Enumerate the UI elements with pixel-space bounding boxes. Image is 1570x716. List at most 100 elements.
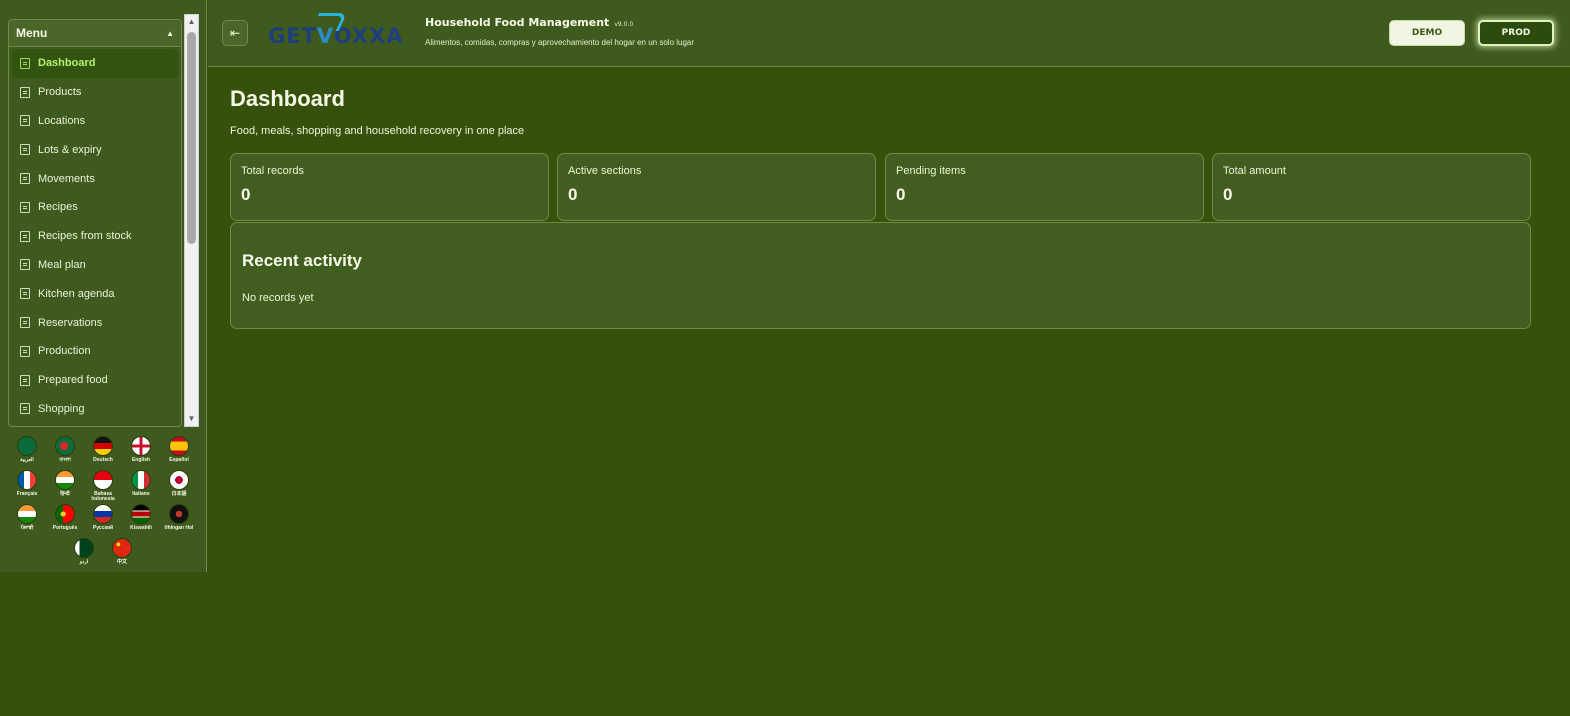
language-label: हिन्दी <box>60 491 70 497</box>
recent-activity-panel: Recent activity No records yet <box>230 222 1531 329</box>
language-option[interactable]: Kiswahili <box>122 504 160 536</box>
list-icon <box>20 259 30 271</box>
language-label: ਪੰਜਾਬੀ <box>20 525 34 531</box>
language-label: Français <box>16 491 38 497</box>
language-option[interactable]: Русский <box>84 504 122 536</box>
demo-button[interactable]: DEMO <box>1389 20 1465 46</box>
menu-title: Menu <box>16 26 48 40</box>
stat-value: 0 <box>241 185 251 204</box>
list-icon <box>20 57 30 69</box>
flag-icon <box>93 504 113 524</box>
scroll-down-arrow-icon[interactable]: ▼ <box>185 412 198 426</box>
page-subtitle: Food, meals, shopping and household reco… <box>230 125 525 137</box>
prod-button[interactable]: PROD <box>1478 20 1554 46</box>
list-icon <box>20 288 30 300</box>
flag-icon <box>112 538 132 558</box>
language-option[interactable]: 中文 <box>103 538 141 570</box>
stat-card-total-amount: Total amount 0 <box>1212 153 1531 221</box>
list-icon <box>20 144 30 156</box>
menu-header[interactable]: Menu ▲ <box>9 20 181 47</box>
sidebar-item-label: Locations <box>38 114 86 127</box>
language-label: 中文 <box>116 559 127 565</box>
sidebar-scrollbar[interactable]: ▲ ▼ <box>184 14 199 427</box>
sidebar-item-dashboard[interactable]: Dashboard <box>12 49 178 78</box>
collapse-sidebar-icon: ⇤ <box>229 26 241 40</box>
list-icon <box>20 230 30 242</box>
language-label: tlhIngan Hol <box>164 525 194 531</box>
sidebar: Menu ▲ Dashboard Products Locations Lots & … <box>0 0 207 572</box>
sidebar-item-production[interactable]: Production <box>12 337 178 366</box>
flag-icon <box>169 470 189 490</box>
sidebar-item-movements[interactable]: Movements <box>12 164 178 193</box>
flag-icon <box>17 470 37 490</box>
language-label: Kiswahili <box>130 525 152 531</box>
language-label: Deutsch <box>93 457 113 463</box>
menu-list: Dashboard Products Locations Lots & expiry M… <box>9 47 181 425</box>
scroll-up-arrow-icon[interactable]: ▲ <box>185 15 198 29</box>
stat-card-active-sections: Active sections 0 <box>557 153 876 221</box>
app-subtitle: Alimentos, comidas, compras y aprovecham… <box>425 38 695 47</box>
sidebar-item-label: Recipes from stock <box>38 230 132 243</box>
sidebar-item-products[interactable]: Products <box>12 78 178 107</box>
sidebar-item-meal-plan[interactable]: Meal plan <box>12 251 178 280</box>
language-option[interactable]: Italiano <box>122 470 160 502</box>
language-option[interactable]: 日本語 <box>160 470 198 502</box>
list-icon <box>20 403 30 415</box>
top-header: ⇤ GETVOXXA Household Food Management v9.0… <box>208 0 1570 67</box>
language-option[interactable]: Français <box>8 470 46 502</box>
language-label: 日本語 <box>171 491 187 497</box>
language-option[interactable]: العربية <box>8 436 46 468</box>
language-option[interactable]: Português <box>46 504 84 536</box>
list-icon <box>20 345 30 357</box>
stat-label: Total amount <box>1223 165 1286 177</box>
language-option[interactable]: English <box>122 436 160 468</box>
list-icon <box>20 86 30 98</box>
language-option[interactable]: Deutsch <box>84 436 122 468</box>
language-option[interactable]: اردو <box>65 538 103 570</box>
list-icon <box>20 201 30 213</box>
sidebar-item-label: Kitchen agenda <box>38 287 115 300</box>
language-option[interactable]: हिन्दी <box>46 470 84 502</box>
sidebar-toggle-button[interactable]: ⇤ <box>222 20 248 46</box>
language-option[interactable]: Español <box>160 436 198 468</box>
flag-icon <box>169 436 189 456</box>
flag-icon <box>17 436 37 456</box>
language-label: English <box>131 457 151 463</box>
flag-icon <box>131 504 151 524</box>
sidebar-item-locations[interactable]: Locations <box>12 107 178 136</box>
sidebar-item-label: Dashboard <box>38 57 96 70</box>
flag-icon <box>169 504 189 524</box>
sidebar-item-label: Prepared food <box>38 374 108 387</box>
language-label: Español <box>169 457 189 463</box>
language-option[interactable]: বাংলা <box>46 436 84 468</box>
stat-card-pending-items: Pending items 0 <box>885 153 1204 221</box>
sidebar-item-label: Production <box>38 345 91 358</box>
sidebar-item-kitchen-agenda[interactable]: Kitchen agenda <box>12 279 178 308</box>
sidebar-item-prepared-food[interactable]: Prepared food <box>12 366 178 395</box>
page-title: Dashboard <box>230 86 345 111</box>
flag-icon <box>93 436 113 456</box>
flag-icon <box>55 436 75 456</box>
flag-icon <box>17 504 37 524</box>
list-icon <box>20 115 30 127</box>
stat-card-total-records: Total records 0 <box>230 153 549 221</box>
language-label: Italiano <box>132 491 150 497</box>
list-icon <box>20 173 30 185</box>
language-option[interactable]: tlhIngan Hol <box>160 504 198 536</box>
language-option[interactable]: Bahasa Indonesia <box>84 470 122 502</box>
flag-icon <box>131 436 151 456</box>
recent-activity-title: Recent activity <box>242 251 362 270</box>
sidebar-item-recipes-from-stock[interactable]: Recipes from stock <box>12 222 178 251</box>
sidebar-item-reservations[interactable]: Reservations <box>12 308 178 337</box>
sidebar-item-recipes[interactable]: Recipes <box>12 193 178 222</box>
collapse-caret-icon[interactable]: ▲ <box>166 29 174 38</box>
language-label: বাংলা <box>59 457 71 463</box>
sidebar-item-shopping[interactable]: Shopping <box>12 395 178 424</box>
language-label: العربية <box>20 457 34 463</box>
language-selector: العربية বাংলা Deutsch English Español Françai… <box>8 436 198 570</box>
scroll-thumb[interactable] <box>187 32 196 244</box>
language-option[interactable]: ਪੰਜਾਬੀ <box>8 504 46 536</box>
sidebar-item-lots-expiry[interactable]: Lots & expiry <box>12 135 178 164</box>
empty-state-text: No records yet <box>242 292 314 304</box>
flag-icon <box>55 470 75 490</box>
